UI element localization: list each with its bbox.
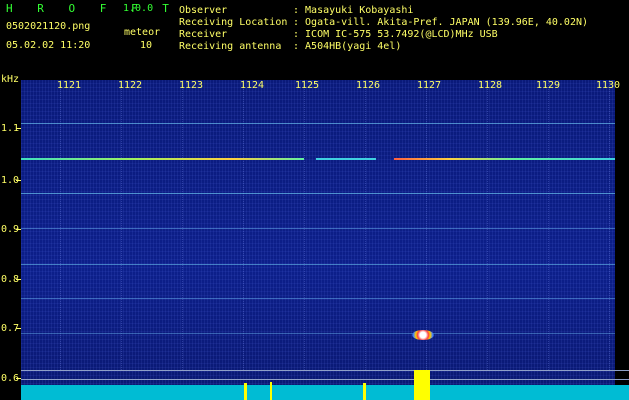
x-tick-label: 1125 [295,80,320,91]
baseline-lower [21,379,629,380]
y-tick [16,128,21,129]
carrier-trace [394,158,615,160]
field-label-antenna: Receiving antenna [179,41,282,52]
signal-spike [244,383,247,400]
carrier-trace [21,298,615,299]
field-value-observer: : Masayuki Kobayashi [293,5,414,16]
header-panel: H R O F F T 1.0.0 0502021120.png meteor … [0,0,629,73]
x-tick-label: 1124 [240,80,265,91]
meteor-count: 10 [140,40,153,51]
x-tick-label: 1126 [356,80,381,91]
meteor-label: meteor [124,27,161,38]
x-tick-label: 1122 [118,80,143,91]
carrier-trace [316,158,376,160]
x-tick-label: 1121 [57,80,82,91]
y-tick [16,328,21,329]
baseline-upper [21,370,629,371]
carrier-trace [21,193,615,194]
x-tick-label: 1123 [179,80,204,91]
carrier-trace [21,228,615,229]
signal-level-bar [21,385,629,400]
signal-spike [363,383,366,400]
y-tick [16,229,21,230]
field-label-receiver: Receiver [179,29,228,40]
x-tick-label: 1128 [478,80,503,91]
carrier-trace [21,123,615,124]
spectrogram[interactable] [21,80,615,400]
x-tick-label: 1127 [417,80,442,91]
y-axis: kHz 1.1 1.0 0.9 0.8 0.7 0.6 [0,74,21,400]
filename: 0502021120.png [6,21,91,32]
y-axis-unit: kHz [1,74,20,85]
field-label-location: Receiving Location [179,17,288,28]
datetime: 05.02.02 11:20 [6,40,91,51]
carrier-trace [21,264,615,265]
meteor-echo [412,330,434,340]
meteor-signal-spike [414,370,430,400]
field-value-location: : Ogata-vill. Akita-Pref. JAPAN (139.96E… [293,17,589,28]
y-tick [16,180,21,181]
y-tick [16,279,21,280]
carrier-trace [21,333,615,334]
carrier-trace [21,158,304,160]
signal-spike [270,382,272,400]
field-label-observer: Observer [179,5,228,16]
app-version: 1.0.0 [123,3,154,14]
field-value-receiver: : ICOM IC-575 53.7492(@LCD)MHz USB [293,29,498,40]
y-tick [16,378,21,379]
x-tick-label: 1129 [536,80,561,91]
x-tick-label: 1130 [596,80,621,91]
field-value-antenna: : A504HB(yagi 4el) [293,41,402,52]
